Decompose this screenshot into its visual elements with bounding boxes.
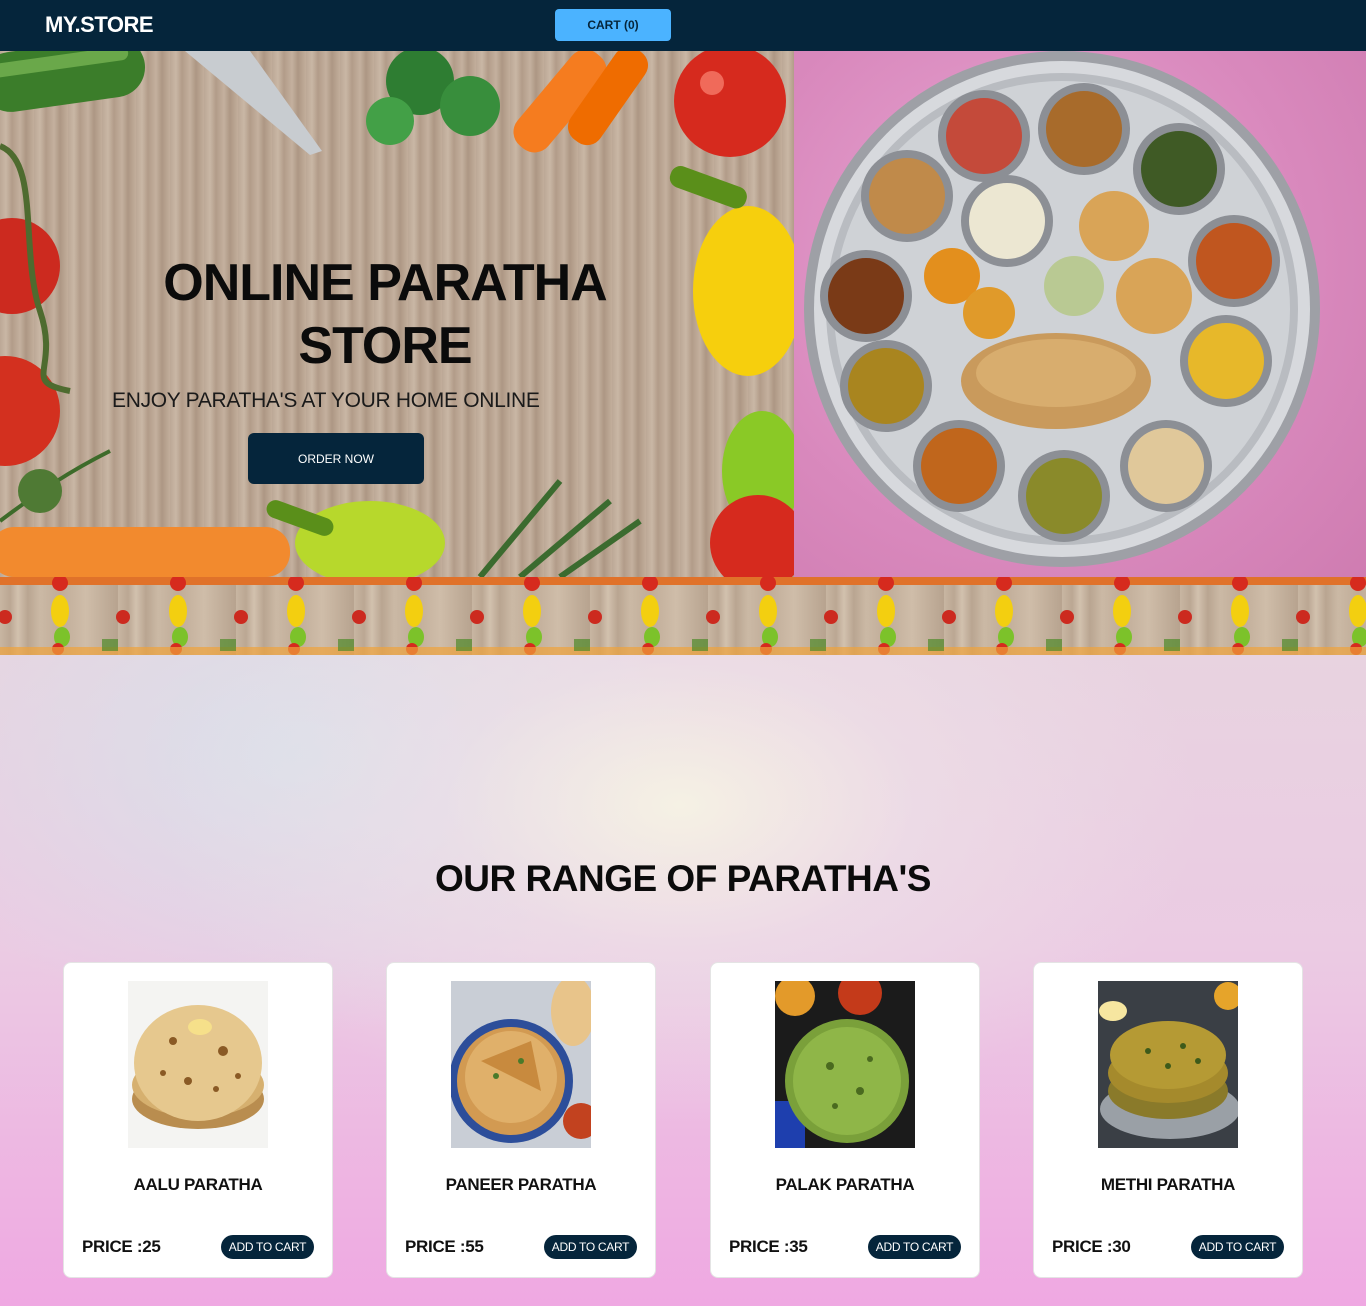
add-to-cart-button[interactable]: ADD TO CART: [1191, 1235, 1284, 1259]
order-now-button[interactable]: ORDER NOW: [248, 433, 424, 484]
add-to-cart-button[interactable]: ADD TO CART: [544, 1235, 637, 1259]
vegetable-pattern-strip: [0, 577, 1366, 655]
add-to-cart-button[interactable]: ADD TO CART: [868, 1235, 961, 1259]
product-price: PRICE :35: [729, 1237, 808, 1256]
range-title: OUR RANGE OF PARATHA'S: [435, 858, 931, 899]
thali-image: [794, 51, 1366, 577]
product-name: PANEER PARATHA: [445, 1175, 597, 1194]
add-to-cart-button[interactable]: ADD TO CART: [221, 1235, 314, 1259]
product-price: PRICE :30: [1052, 1237, 1131, 1256]
product-card-paneer: PANEER PARATHA PRICE :55 ADD TO CART: [386, 962, 656, 1278]
product-name: METHI PARATHA: [1100, 1175, 1236, 1194]
product-card-methi: METHI PARATHA PRICE :30 ADD TO CART: [1033, 962, 1303, 1278]
palak-paratha-image: [775, 981, 915, 1148]
product-price: PRICE :25: [82, 1237, 161, 1256]
product-name: PALAK PARATHA: [775, 1175, 915, 1194]
store-logo[interactable]: MY.STORE: [45, 12, 154, 38]
paneer-paratha-image: [451, 981, 591, 1148]
hero-title: ONLINE PARATHA STORE: [163, 254, 607, 375]
navbar: MY.STORE CART (0): [0, 0, 1366, 51]
product-card-palak: PALAK PARATHA PRICE :35 ADD TO CART: [710, 962, 980, 1278]
product-price: PRICE :55: [405, 1237, 484, 1256]
thali-plate-image: [804, 51, 1320, 567]
methi-paratha-image: [1098, 981, 1238, 1148]
aalu-paratha-image: [128, 981, 268, 1148]
cart-button[interactable]: CART (0): [555, 9, 671, 41]
vegetable-pattern-image: [0, 577, 1366, 655]
product-name: AALU PARATHA: [133, 1175, 263, 1194]
product-card-aalu: AALU PARATHA PRICE :25 ADD TO CART: [63, 962, 333, 1278]
hero-subtitle: ENJOY PARATHA'S AT YOUR HOME ONLINE: [112, 389, 540, 412]
